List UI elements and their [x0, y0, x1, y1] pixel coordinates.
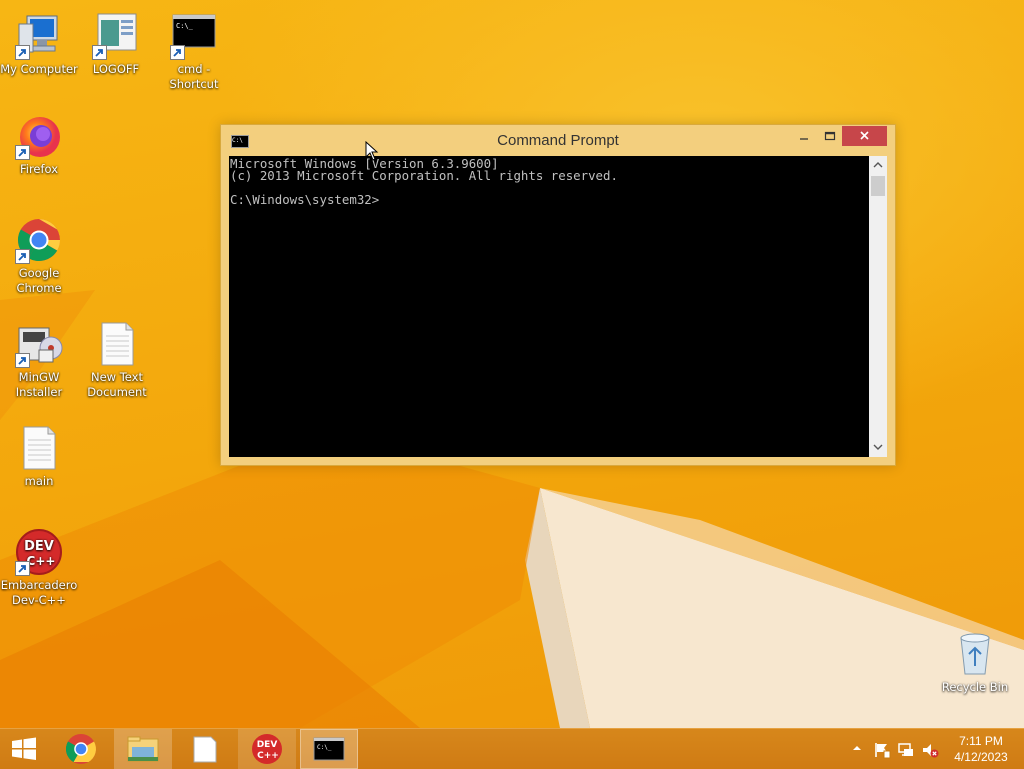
command-prompt-window[interactable]: C:\ Command Prompt Microsoft Windows [Ve… — [220, 124, 896, 466]
mouse-pointer-icon — [365, 141, 379, 161]
desktop-icon-label: Firefox — [19, 162, 59, 176]
action-center-flag-icon[interactable] — [873, 741, 891, 759]
taskbar-devcpp-button[interactable]: DEV C++ — [238, 729, 296, 769]
taskbar: DEV C++ C:\_ 7:11 PM 4/12/2023 — [0, 728, 1024, 769]
desktop-icon-label: New Text Document — [87, 370, 147, 399]
scroll-up-icon[interactable] — [869, 158, 887, 172]
desktop-icon-label: Google Chrome — [16, 266, 62, 295]
devcpp-icon: DEV C++ — [252, 734, 282, 764]
svg-text:C++: C++ — [257, 751, 279, 761]
computer-icon — [15, 12, 63, 60]
chrome-icon — [15, 216, 63, 264]
desktop-icon-label: Recycle Bin — [941, 680, 1009, 694]
show-hidden-icons-icon[interactable] — [851, 743, 863, 753]
cmd-icon: C:\_ — [170, 12, 218, 60]
volume-muted-icon[interactable] — [921, 741, 939, 759]
minimize-icon — [800, 138, 808, 140]
taskbar-chrome-button[interactable] — [52, 729, 110, 769]
svg-text:DEV: DEV — [24, 539, 54, 554]
desktop-icon-label: My Computer — [0, 62, 78, 76]
vertical-scrollbar[interactable] — [869, 156, 887, 457]
minimize-button[interactable] — [791, 126, 817, 146]
network-icon[interactable] — [897, 741, 915, 759]
logoff-icon — [92, 12, 140, 60]
shortcut-arrow-icon — [15, 353, 30, 368]
svg-text:C:\_: C:\_ — [176, 22, 194, 30]
start-button[interactable] — [0, 729, 48, 769]
desktop-icon-devcpp[interactable]: DEV C++ Embarcadero Dev-C++ — [0, 528, 78, 608]
firefox-icon — [15, 112, 63, 160]
desktop-icon-label: main — [24, 474, 54, 488]
desktop: My Computer LOGOFF C:\_ cmd - Shortcut F… — [0, 0, 1024, 728]
close-icon — [860, 131, 869, 140]
recycle-bin-icon — [951, 630, 999, 678]
desktop-icon-new-text-document[interactable]: New Text Document — [78, 320, 156, 400]
shortcut-arrow-icon — [15, 145, 30, 160]
desktop-icon-my-computer[interactable]: My Computer — [0, 12, 78, 77]
folder-icon — [127, 736, 159, 762]
shortcut-arrow-icon — [170, 45, 185, 60]
desktop-icon-label: Embarcadero Dev-C++ — [0, 578, 78, 607]
cmd-icon: C:\_ — [313, 737, 345, 761]
clock-date: 4/12/2023 — [954, 750, 1008, 764]
desktop-icon-main[interactable]: main — [0, 424, 78, 489]
chrome-icon — [65, 734, 97, 764]
windows-logo-icon — [12, 737, 36, 760]
taskbar-file-explorer-button[interactable] — [114, 729, 172, 769]
mingw-installer-icon — [15, 320, 63, 368]
console-line: (c) 2013 Microsoft Corporation. All righ… — [230, 168, 618, 183]
desktop-icon-label: MinGW Installer — [15, 370, 63, 399]
desktop-icon-label: LOGOFF — [92, 62, 140, 76]
console-prompt: C:\Windows\system32> — [230, 192, 380, 207]
console-output[interactable]: Microsoft Windows [Version 6.3.9600] (c) … — [229, 156, 869, 457]
desktop-icon-google-chrome[interactable]: Google Chrome — [0, 216, 78, 296]
desktop-icon-mingw-installer[interactable]: MinGW Installer — [0, 320, 78, 400]
maximize-button[interactable] — [817, 126, 843, 146]
svg-text:C++: C++ — [27, 554, 56, 568]
desktop-icon-cmd-shortcut[interactable]: C:\_ cmd - Shortcut — [155, 12, 233, 92]
shortcut-arrow-icon — [15, 45, 30, 60]
window-titlebar[interactable]: C:\ Command Prompt — [221, 125, 895, 156]
svg-text:C:\_: C:\_ — [317, 744, 332, 751]
desktop-icon-firefox[interactable]: Firefox — [0, 112, 78, 177]
taskbar-notepad-button[interactable] — [176, 729, 234, 769]
text-document-icon — [93, 320, 141, 368]
desktop-icon-recycle-bin[interactable]: Recycle Bin — [936, 630, 1014, 695]
taskbar-cmd-button[interactable]: C:\_ — [300, 729, 358, 769]
close-button[interactable] — [842, 126, 887, 146]
scroll-down-icon[interactable] — [869, 440, 887, 454]
scroll-thumb[interactable] — [871, 176, 885, 196]
shortcut-arrow-icon — [92, 45, 107, 60]
devcpp-icon: DEV C++ — [15, 528, 63, 576]
text-document-icon — [15, 424, 63, 472]
svg-text:DEV: DEV — [257, 740, 278, 750]
system-clock[interactable]: 7:11 PM 4/12/2023 — [950, 733, 1012, 765]
document-icon — [193, 736, 217, 763]
shortcut-arrow-icon — [15, 561, 30, 576]
shortcut-arrow-icon — [15, 249, 30, 264]
desktop-icon-logoff[interactable]: LOGOFF — [77, 12, 155, 77]
maximize-icon — [824, 131, 836, 141]
desktop-icon-label: cmd - Shortcut — [169, 62, 219, 91]
clock-time: 7:11 PM — [959, 734, 1003, 748]
